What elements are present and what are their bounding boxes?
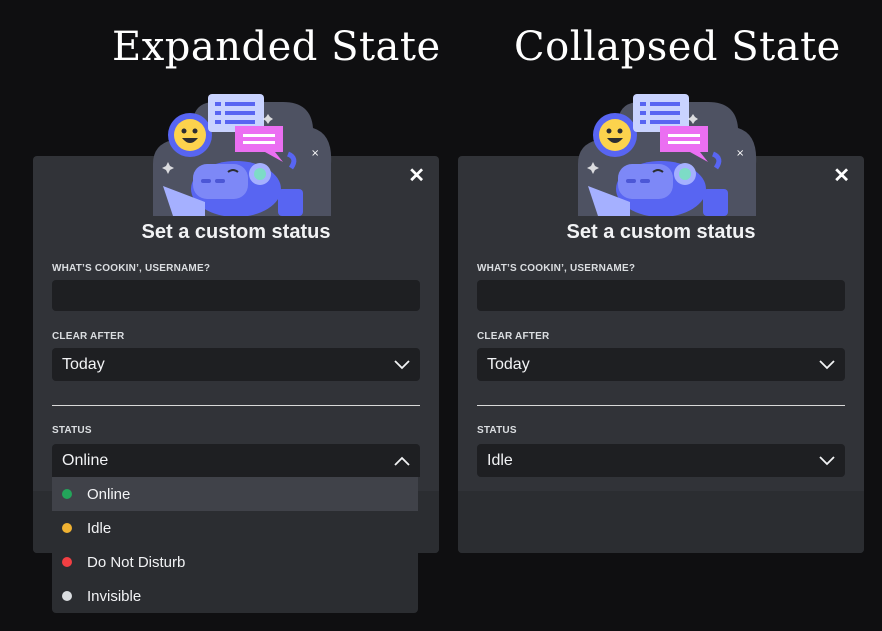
custom-status-label: WHAT’S COOKIN’, USERNAME? bbox=[52, 263, 211, 274]
clear-after-select[interactable]: Today bbox=[52, 348, 420, 381]
svg-text:×: × bbox=[311, 148, 319, 159]
custom-status-label: WHAT’S COOKIN’, USERNAME? bbox=[477, 263, 636, 274]
close-icon: ✕ bbox=[408, 165, 425, 187]
modal-footer bbox=[458, 491, 864, 553]
status-illustration: × bbox=[578, 94, 757, 216]
status-dropdown-list: Online Idle Do Not Disturb Invisible bbox=[52, 477, 418, 613]
status-option-label: Online bbox=[87, 485, 131, 503]
close-button[interactable]: ✕ bbox=[833, 166, 850, 186]
clear-after-value: Today bbox=[62, 355, 105, 373]
section-divider bbox=[52, 405, 420, 406]
online-status-dot-icon bbox=[62, 489, 72, 499]
status-option-invisible[interactable]: Invisible bbox=[52, 579, 418, 613]
custom-status-input[interactable] bbox=[52, 280, 420, 311]
chevron-down-icon bbox=[819, 455, 835, 465]
close-button[interactable]: ✕ bbox=[408, 166, 425, 186]
status-option-dnd[interactable]: Do Not Disturb bbox=[52, 545, 418, 579]
status-illustration: × bbox=[153, 94, 332, 216]
dnd-status-dot-icon bbox=[62, 557, 72, 567]
close-icon: ✕ bbox=[833, 165, 850, 187]
chevron-down-icon bbox=[394, 359, 410, 369]
clear-after-value: Today bbox=[487, 355, 530, 373]
modal-title: Set a custom status bbox=[566, 221, 756, 243]
modal-title: Set a custom status bbox=[141, 221, 331, 243]
expanded-state-heading: Expanded State bbox=[112, 24, 441, 70]
status-select[interactable]: Idle bbox=[477, 444, 845, 477]
chevron-up-icon bbox=[394, 456, 410, 466]
section-divider bbox=[477, 405, 845, 406]
status-option-label: Do Not Disturb bbox=[87, 553, 186, 571]
status-label: STATUS bbox=[477, 425, 517, 436]
invisible-status-dot-icon bbox=[62, 591, 72, 601]
chevron-down-icon bbox=[819, 359, 835, 369]
status-label: STATUS bbox=[52, 425, 92, 436]
status-option-label: Invisible bbox=[87, 587, 142, 605]
status-value: Online bbox=[62, 451, 109, 469]
status-option-label: Idle bbox=[87, 519, 112, 537]
collapsed-state-heading: Collapsed State bbox=[514, 24, 841, 70]
status-option-idle[interactable]: Idle bbox=[52, 511, 418, 545]
idle-status-dot-icon bbox=[62, 523, 72, 533]
status-option-online[interactable]: Online bbox=[52, 477, 418, 511]
clear-after-label: CLEAR AFTER bbox=[477, 331, 550, 342]
svg-text:×: × bbox=[736, 148, 744, 159]
custom-status-modal-collapsed: × ✕ Set a custom status WHAT’S COOKIN’, … bbox=[458, 94, 864, 553]
clear-after-label: CLEAR AFTER bbox=[52, 331, 125, 342]
status-select[interactable]: Online bbox=[52, 444, 420, 477]
custom-status-input[interactable] bbox=[477, 280, 845, 311]
clear-after-select[interactable]: Today bbox=[477, 348, 845, 381]
status-value: Idle bbox=[487, 451, 513, 469]
